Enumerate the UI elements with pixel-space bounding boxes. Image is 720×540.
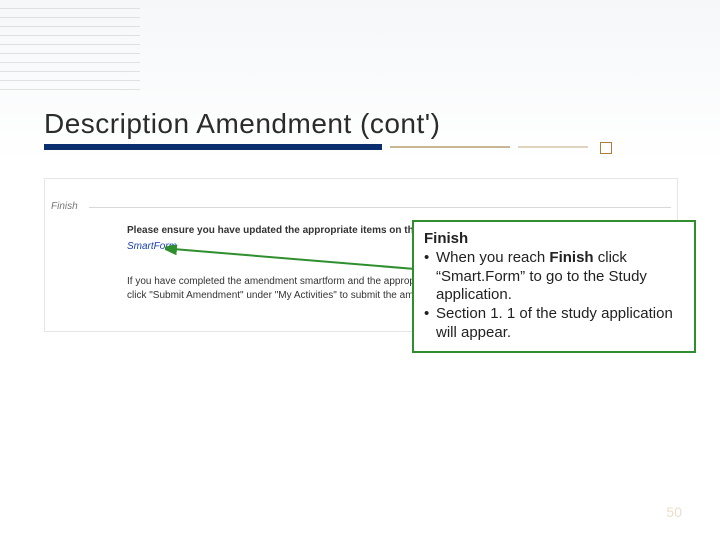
callout-bullet-2: • Section 1. 1 of the study application … <box>424 305 684 343</box>
screenshot-section-heading: Finish <box>51 201 78 212</box>
page-number: 50 <box>666 504 682 520</box>
callout-bullet-1: • When you reach Finish click “Smart.For… <box>424 249 684 305</box>
title-underline <box>44 144 676 152</box>
slide-title-block: Description Amendment (cont') <box>44 108 676 152</box>
decorative-notebook-lines <box>0 0 140 90</box>
callout-heading: Finish <box>424 230 468 247</box>
screenshot-divider <box>89 207 671 208</box>
callout-text-2: Section 1. 1 of the study application wi… <box>436 305 684 343</box>
callout-text-1b: Finish <box>549 249 593 266</box>
pointer-arrow-icon <box>165 245 425 275</box>
instruction-callout: Finish • When you reach Finish click “Sm… <box>412 220 696 353</box>
slide-title: Description Amendment (cont') <box>44 108 676 140</box>
callout-text-1a: When you reach <box>436 249 549 266</box>
